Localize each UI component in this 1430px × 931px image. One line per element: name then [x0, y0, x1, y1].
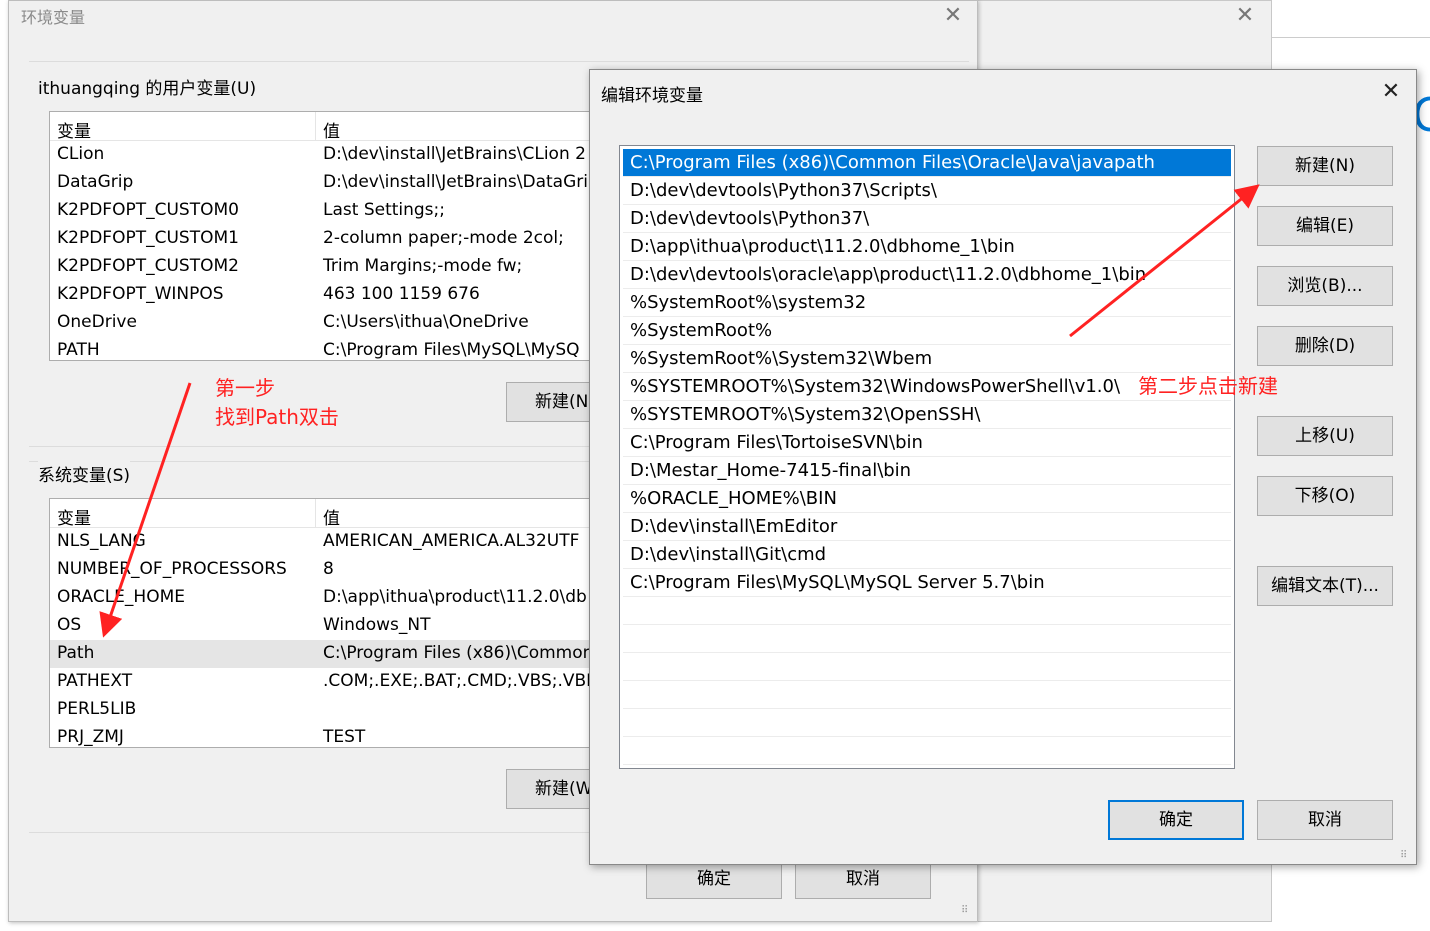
annotation-arrows: [99, 184, 1260, 638]
step2-annotation: 第二步点击新建: [1138, 374, 1278, 398]
step1-annotation-line1: 第一步: [215, 376, 275, 400]
step2-arrow: [1069, 184, 1260, 338]
step1-arrow: [99, 382, 192, 638]
step1-annotation-line2: 找到Path双击: [215, 405, 339, 429]
